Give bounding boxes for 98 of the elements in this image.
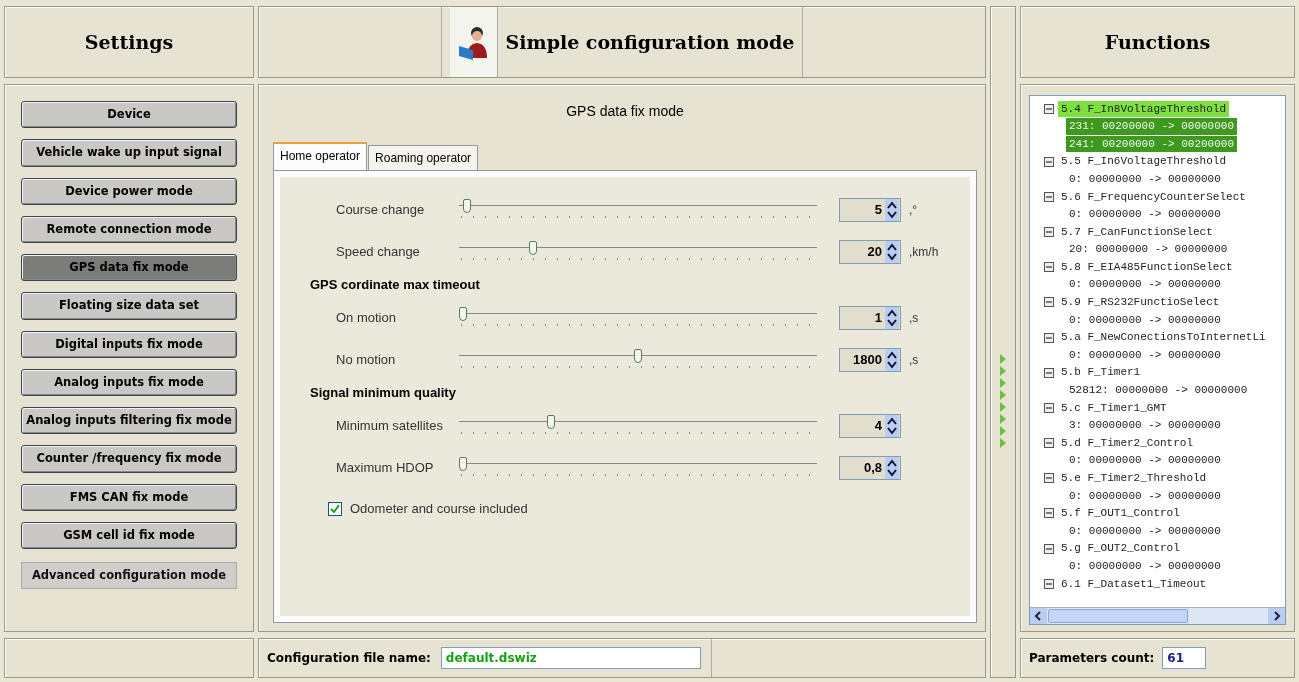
- sidebar-button[interactable]: Counter /frequency fix mode: [21, 445, 237, 473]
- unit-label: ,s: [909, 352, 919, 369]
- spinner-icon: [885, 241, 899, 263]
- unit-label: ,km/h: [909, 244, 939, 261]
- section-heading: GPS cordinate max timeout: [310, 276, 480, 295]
- field-label: Speed change: [335, 243, 421, 262]
- tree-node[interactable]: 5.d F_Timer2_Control: [1058, 434, 1197, 452]
- panel-title: Settings: [84, 29, 174, 55]
- tree-leaf[interactable]: 0: 00000000 -> 00000000: [1066, 558, 1224, 575]
- sidebar-button[interactable]: Vehicle wake up input signal: [21, 139, 237, 167]
- spin-field[interactable]: 20: [839, 240, 901, 264]
- tree-node[interactable]: 5.c F_Timer1_GMT: [1058, 399, 1170, 417]
- tree-node[interactable]: 5.9 F_RS232FunctioSelect: [1058, 294, 1223, 311]
- collapse-icon[interactable]: [1044, 297, 1054, 308]
- field-label: Parameters count:: [1029, 650, 1155, 667]
- collapse-icon[interactable]: [1044, 367, 1054, 378]
- unit-label: ,°: [909, 202, 918, 219]
- sidebar-button[interactable]: Analog inputs fix mode: [21, 368, 237, 396]
- tree-node[interactable]: 5.a F_NewConectionsToInternetLi: [1058, 329, 1269, 346]
- collapse-icon[interactable]: [1044, 402, 1054, 413]
- scroll-left-icon[interactable]: [1030, 608, 1047, 624]
- collapse-icon[interactable]: [1044, 156, 1054, 167]
- section-title: GPS data fix mode: [565, 102, 685, 121]
- field-label: Configuration file name:: [267, 650, 431, 667]
- tree-leaf[interactable]: 0: 00000000 -> 00000000: [1066, 487, 1224, 505]
- collapse-icon[interactable]: [1044, 262, 1054, 273]
- collapse-icon[interactable]: [1044, 103, 1054, 114]
- sidebar-button[interactable]: Floating size data set: [21, 292, 237, 320]
- spinner-icon: [885, 199, 899, 221]
- field-label: No motion: [335, 351, 397, 370]
- collapse-icon[interactable]: [1044, 226, 1054, 237]
- panel-title: Functions: [1104, 29, 1211, 55]
- collapse-icon[interactable]: [1044, 438, 1054, 449]
- spinner-icon: [885, 307, 899, 329]
- sidebar-button[interactable]: Device power mode: [21, 177, 237, 205]
- horizontal-scrollbar[interactable]: [1030, 607, 1285, 624]
- tab[interactable]: Home operator: [273, 142, 368, 170]
- unit-label: ,s: [909, 310, 919, 327]
- slider-thumb[interactable]: [459, 307, 467, 321]
- spinner-icon: [885, 457, 899, 479]
- tree-node[interactable]: 5.f F_OUT1_Control: [1058, 505, 1183, 522]
- tree-node[interactable]: 5.4 F_In8VoltageThreshold: [1058, 100, 1230, 118]
- tab[interactable]: Roaming operator: [368, 145, 479, 170]
- tree-node[interactable]: 5.7 F_CanFunctionSelect: [1058, 223, 1216, 241]
- tree-node[interactable]: 5.5 F_In6VoltageThreshold: [1058, 153, 1230, 170]
- collapse-icon[interactable]: [1044, 508, 1054, 519]
- collapse-icon[interactable]: [1044, 578, 1054, 589]
- field-label: Maximum HDOP: [335, 459, 435, 478]
- tree-leaf[interactable]: 0: 00000000 -> 00000000: [1066, 276, 1224, 293]
- tree-node[interactable]: 5.8 F_EIA485FunctionSelect: [1058, 258, 1236, 276]
- tree-node[interactable]: 5.6 F_FrequencyCounterSelect: [1058, 188, 1249, 205]
- sidebar-button[interactable]: Analog inputs filtering fix mode: [21, 407, 237, 435]
- slider-thumb[interactable]: [462, 199, 471, 213]
- spin-field[interactable]: 0,8: [839, 456, 901, 480]
- parameters-count-field[interactable]: 61: [1162, 647, 1207, 669]
- slider-thumb[interactable]: [634, 349, 642, 363]
- sidebar-button[interactable]: GPS data fix mode: [21, 254, 237, 282]
- scroll-right-icon[interactable]: [1268, 608, 1285, 624]
- slider-thumb[interactable]: [459, 457, 467, 471]
- field-label: Course change: [335, 201, 426, 220]
- spin-field[interactable]: 5: [839, 198, 901, 222]
- tree-leaf[interactable]: 3: 00000000 -> 00000000: [1066, 417, 1224, 434]
- tree-node[interactable]: 5.g F_OUT2_Control: [1058, 540, 1183, 557]
- sidebar-button[interactable]: Device: [21, 101, 237, 129]
- tree-leaf[interactable]: 0: 00000000 -> 00000000: [1066, 346, 1224, 364]
- tree-node[interactable]: 5.b F_Timer1: [1058, 364, 1144, 381]
- checkbox[interactable]: [328, 501, 342, 516]
- tree-leaf[interactable]: 0: 00000000 -> 00000000: [1066, 452, 1224, 469]
- spin-field[interactable]: 1800: [839, 348, 901, 372]
- collapse-icon[interactable]: [1044, 543, 1054, 554]
- tree-node[interactable]: 6.1 F_Dataset1_Timeout: [1058, 575, 1210, 593]
- tree-node[interactable]: 5.e F_Timer2_Threshold: [1058, 470, 1210, 487]
- spin-field[interactable]: 4: [839, 414, 901, 438]
- spinner-icon: [885, 349, 899, 371]
- tree-leaf[interactable]: 52812: 00000000 -> 00000000: [1066, 382, 1251, 399]
- tree-leaf[interactable]: 0: 00000000 -> 00000000: [1066, 206, 1224, 223]
- collapse-icon[interactable]: [1044, 191, 1054, 202]
- panel-title: Simple configuration mode: [505, 29, 795, 55]
- collapse-icon[interactable]: [1044, 332, 1054, 343]
- spinner-icon: [885, 415, 899, 437]
- collapse-icon[interactable]: [1044, 473, 1054, 484]
- tree-leaf[interactable]: 0: 00000000 -> 00000000: [1066, 311, 1224, 329]
- sidebar-button[interactable]: Digital inputs fix mode: [21, 330, 237, 358]
- advanced-mode-button[interactable]: Advanced configuration mode: [21, 561, 237, 589]
- sidebar-button[interactable]: FMS CAN fix mode: [21, 483, 237, 511]
- tree-leaf[interactable]: 0: 00000000 -> 00000000: [1066, 170, 1224, 188]
- tree-leaf[interactable]: 20: 00000000 -> 00000000: [1066, 241, 1231, 258]
- sidebar-button[interactable]: Remote connection mode: [21, 215, 237, 243]
- spin-field[interactable]: 1: [839, 306, 901, 330]
- slider-thumb[interactable]: [546, 415, 555, 429]
- field-label: On motion: [335, 309, 397, 328]
- slider-thumb[interactable]: [529, 241, 537, 255]
- section-heading: Signal minimum quality: [310, 384, 456, 403]
- tree-leaf[interactable]: 0: 00000000 -> 00000000: [1066, 522, 1224, 540]
- checkbox-label: Odometer and course included: [350, 500, 528, 518]
- splitter-grip-icon: [999, 354, 1007, 450]
- sidebar-button[interactable]: GSM cell id fix mode: [21, 521, 237, 549]
- field-label: Minimum satellites: [335, 417, 444, 436]
